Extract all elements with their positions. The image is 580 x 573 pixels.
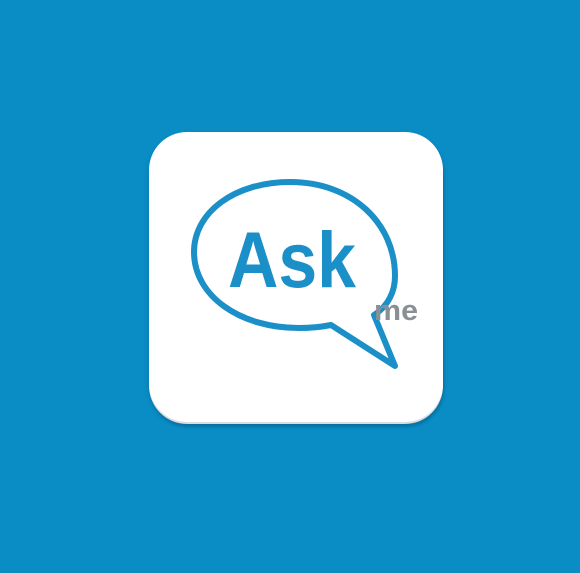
app-promo-canvas: Ask me [0, 0, 580, 573]
logo-secondary-text: me [374, 295, 418, 327]
logo-primary-text: Ask [228, 215, 357, 304]
app-icon[interactable]: Ask me [149, 132, 443, 422]
ask-me-logo: Ask me [191, 179, 418, 369]
